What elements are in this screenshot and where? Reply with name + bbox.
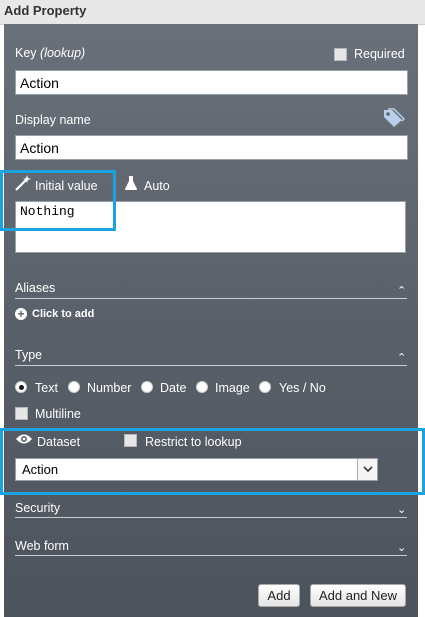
property-panel: Key (lookup) Required Action Display nam… <box>4 24 418 617</box>
chevron-down-icon[interactable]: ⌄ <box>397 503 406 516</box>
add-and-new-button[interactable]: Add and New <box>310 584 406 607</box>
type-option-text: Text <box>35 381 58 395</box>
plus-circle-icon[interactable]: + <box>15 308 27 320</box>
required-label: Required <box>354 47 405 61</box>
key-input[interactable]: Action <box>15 70 408 95</box>
tag-icon[interactable] <box>382 108 406 131</box>
magic-wand-icon <box>14 175 32 194</box>
display-name-input[interactable]: Action <box>15 135 408 160</box>
title-bar: Add Property <box>0 0 425 25</box>
type-option-number: Number <box>87 381 132 395</box>
type-option-date: Date <box>160 381 187 395</box>
aliases-divider <box>15 298 407 299</box>
type-radio-image[interactable] <box>196 381 208 393</box>
multiline-checkbox[interactable] <box>15 407 28 420</box>
key-label: Key (lookup) <box>15 46 85 60</box>
dialog-title: Add Property <box>4 3 87 18</box>
restrict-to-lookup-label: Restrict to lookup <box>145 435 242 449</box>
display-name-label: Display name <box>15 113 91 127</box>
security-header[interactable]: Security <box>15 501 60 515</box>
eye-icon <box>15 433 33 448</box>
type-radio-text[interactable] <box>15 381 27 393</box>
security-divider <box>15 517 407 518</box>
flask-icon[interactable] <box>124 175 138 194</box>
key-hint: (lookup) <box>40 46 86 60</box>
type-header[interactable]: Type <box>15 348 42 362</box>
add-button[interactable]: Add <box>258 584 300 607</box>
multiline-label: Multiline <box>35 407 81 421</box>
auto-label[interactable]: Auto <box>144 179 170 193</box>
initial-value-label: Initial value <box>35 179 98 193</box>
chevron-down-icon[interactable] <box>357 459 377 480</box>
web-form-divider <box>15 555 407 556</box>
type-option-yes-no: Yes / No <box>279 381 326 395</box>
dataset-selected-value: Action <box>22 462 59 477</box>
initial-value-textarea[interactable]: Nothing <box>15 201 406 253</box>
key-label-text: Key <box>15 46 37 60</box>
aliases-header[interactable]: Aliases <box>15 281 55 295</box>
chevron-up-icon[interactable]: ⌃ <box>397 351 406 364</box>
type-radio-yes-no[interactable] <box>259 381 271 393</box>
type-radio-date[interactable] <box>141 381 153 393</box>
chevron-up-icon[interactable]: ⌃ <box>397 284 406 297</box>
dataset-label: Dataset <box>37 435 81 449</box>
chevron-down-icon[interactable]: ⌄ <box>397 541 406 554</box>
type-radio-number[interactable] <box>68 381 80 393</box>
aliases-add-link[interactable]: Click to add <box>32 308 94 320</box>
dataset-select[interactable]: Action <box>15 458 378 481</box>
type-divider <box>15 365 407 366</box>
type-option-image: Image <box>215 381 250 395</box>
web-form-header[interactable]: Web form <box>15 539 69 553</box>
required-checkbox[interactable] <box>334 48 347 61</box>
restrict-to-lookup-checkbox[interactable] <box>124 434 137 447</box>
